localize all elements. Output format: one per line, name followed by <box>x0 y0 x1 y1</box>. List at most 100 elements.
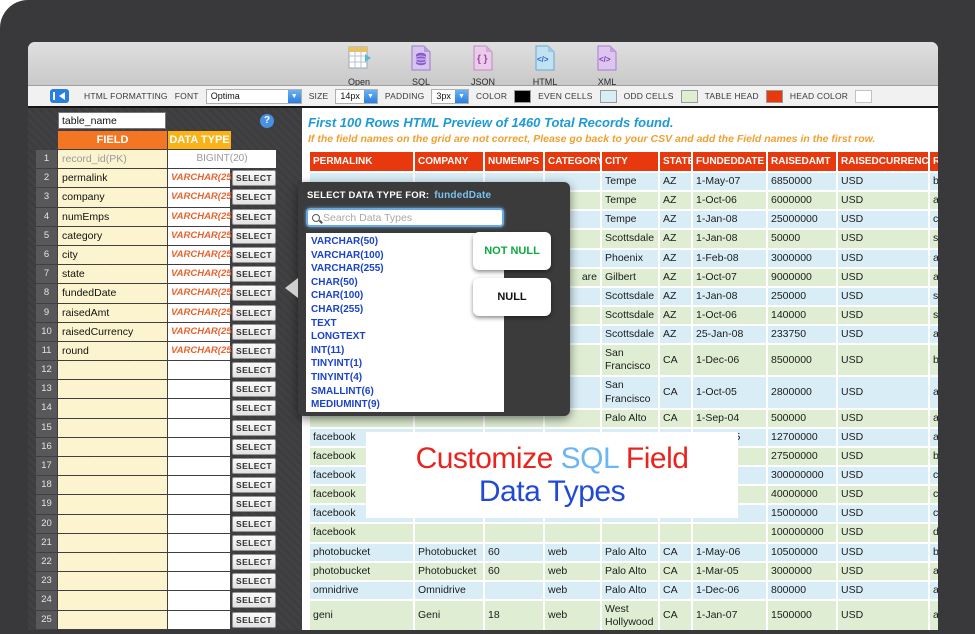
field-name-cell[interactable] <box>58 457 167 475</box>
xml-button[interactable]: </> XML <box>584 45 630 87</box>
field-name-cell[interactable]: round <box>58 342 167 360</box>
preview-cell: CA <box>659 409 692 428</box>
preview-cell: Palo Alto <box>601 562 659 581</box>
select-type-button[interactable]: SELECT <box>232 381 276 397</box>
select-type-button[interactable]: SELECT <box>232 189 276 205</box>
select-type-button[interactable]: SELECT <box>232 228 276 244</box>
field-name-cell[interactable] <box>58 495 167 513</box>
field-name-cell[interactable] <box>58 438 167 456</box>
field-name-cell[interactable]: company <box>58 188 167 206</box>
select-type-button[interactable]: SELECT <box>232 458 276 474</box>
field-name-cell[interactable] <box>58 476 167 494</box>
preview-cell: Photobucket <box>414 543 484 562</box>
html-button[interactable]: </> HTML <box>522 45 568 87</box>
head-color-swatch[interactable] <box>855 90 872 103</box>
padding-select[interactable]: 3px▼ <box>431 89 469 104</box>
font-label: FONT <box>175 91 199 101</box>
field-name-cell[interactable]: state <box>58 265 167 283</box>
field-name-cell[interactable] <box>58 361 167 379</box>
field-name-cell[interactable]: record_id(PK) <box>58 150 167 168</box>
select-type-button[interactable]: SELECT <box>232 496 276 512</box>
select-type-button[interactable]: SELECT <box>232 266 276 282</box>
data-type-cell: VARCHAR(255) <box>168 323 230 341</box>
preview-cell: 233750 <box>767 325 837 344</box>
select-type-button[interactable]: SELECT <box>232 516 276 532</box>
field-name-cell[interactable] <box>58 572 167 590</box>
collapse-panel-icon[interactable] <box>50 89 69 103</box>
table-name-input[interactable] <box>58 112 166 129</box>
preview-cell: facebook <box>309 523 414 542</box>
open-button[interactable]: Open <box>336 45 382 87</box>
sql-button[interactable]: SQL <box>398 45 444 87</box>
data-type-option[interactable]: TINYINT(4) <box>306 371 504 385</box>
field-name-cell[interactable] <box>58 591 167 609</box>
data-type-option[interactable]: TEXT <box>306 317 504 331</box>
data-type-option[interactable]: MEDIUMINT(9) <box>306 398 504 412</box>
select-type-button[interactable]: SELECT <box>232 400 276 416</box>
row-number: 7 <box>36 265 57 283</box>
field-name-cell[interactable] <box>58 515 167 533</box>
field-name-cell[interactable] <box>58 380 167 398</box>
data-type-option[interactable]: LONGTEXT <box>306 330 504 344</box>
data-type-option[interactable]: TINYINT(1) <box>306 357 504 371</box>
preview-cell: USD <box>837 210 929 229</box>
field-name-cell[interactable]: city <box>58 246 167 264</box>
table-head-swatch[interactable] <box>766 90 783 103</box>
field-name-cell[interactable] <box>58 399 167 417</box>
select-type-button[interactable]: SELECT <box>232 573 276 589</box>
select-type-button[interactable]: SELECT <box>232 477 276 493</box>
odd-cells-swatch[interactable] <box>681 90 698 103</box>
field-name-cell[interactable] <box>58 534 167 552</box>
select-type-button[interactable]: SELECT <box>232 170 276 186</box>
field-name-cell[interactable]: raisedCurrency <box>58 323 167 341</box>
preview-cell: 140000 <box>767 306 837 325</box>
select-type-button[interactable]: SELECT <box>232 343 276 359</box>
select-type-button[interactable]: SELECT <box>232 324 276 340</box>
preview-cell <box>659 523 692 542</box>
even-cells-swatch[interactable] <box>600 90 617 103</box>
field-name-cell[interactable]: fundedDate <box>58 284 167 302</box>
field-name-cell[interactable]: raisedAmt <box>58 304 167 322</box>
select-type-button[interactable]: SELECT <box>232 362 276 378</box>
not-null-button[interactable]: NOT NULL <box>473 232 551 270</box>
font-select[interactable]: Optima▼ <box>206 89 302 104</box>
select-type-button[interactable]: SELECT <box>232 420 276 436</box>
json-button[interactable]: { } JSON <box>460 45 506 87</box>
data-type-option[interactable]: INT(11) <box>306 344 504 358</box>
select-type-button[interactable]: SELECT <box>232 285 276 301</box>
html-file-icon: </> <box>533 45 557 76</box>
preview-cell: 50000 <box>767 229 837 248</box>
select-type-button[interactable]: SELECT <box>232 305 276 321</box>
field-name-cell[interactable]: permalink <box>58 169 167 187</box>
preview-column-header: NUMEMPS <box>484 151 544 172</box>
size-select[interactable]: 14px▼ <box>335 89 378 104</box>
null-button[interactable]: NULL <box>473 278 551 316</box>
preview-cell: 2800000 <box>767 376 837 408</box>
search-box[interactable]: Search Data Types <box>306 208 504 227</box>
field-name-cell[interactable]: category <box>58 227 167 245</box>
help-icon[interactable]: ? <box>260 114 274 128</box>
text-color-swatch[interactable] <box>514 90 531 103</box>
schema-row: 11roundVARCHAR(255)SELECT <box>28 342 288 361</box>
data-type-cell <box>168 380 230 398</box>
field-name-cell[interactable] <box>58 553 167 571</box>
select-type-button[interactable]: SELECT <box>232 209 276 225</box>
preview-cell: CA <box>659 600 692 630</box>
preview-cell: USD <box>837 447 929 466</box>
banner-line2: Data Types <box>479 475 625 508</box>
select-type-button[interactable]: SELECT <box>232 554 276 570</box>
select-type-button[interactable]: SELECT <box>232 535 276 551</box>
preview-column-header: COMPANY <box>414 151 484 172</box>
field-name-cell[interactable] <box>58 611 167 629</box>
row-number: 5 <box>36 227 57 245</box>
select-type-button[interactable]: SELECT <box>232 592 276 608</box>
field-name-cell[interactable]: numEmps <box>58 208 167 226</box>
select-type-button[interactable]: SELECT <box>232 439 276 455</box>
select-type-button[interactable]: SELECT <box>232 612 276 628</box>
schema-row: 24SELECT <box>28 591 288 610</box>
field-name-cell[interactable] <box>58 419 167 437</box>
schema-row: 21SELECT <box>28 534 288 553</box>
row-number: 8 <box>36 284 57 302</box>
select-type-button[interactable]: SELECT <box>232 247 276 263</box>
data-type-option[interactable]: SMALLINT(6) <box>306 385 504 399</box>
